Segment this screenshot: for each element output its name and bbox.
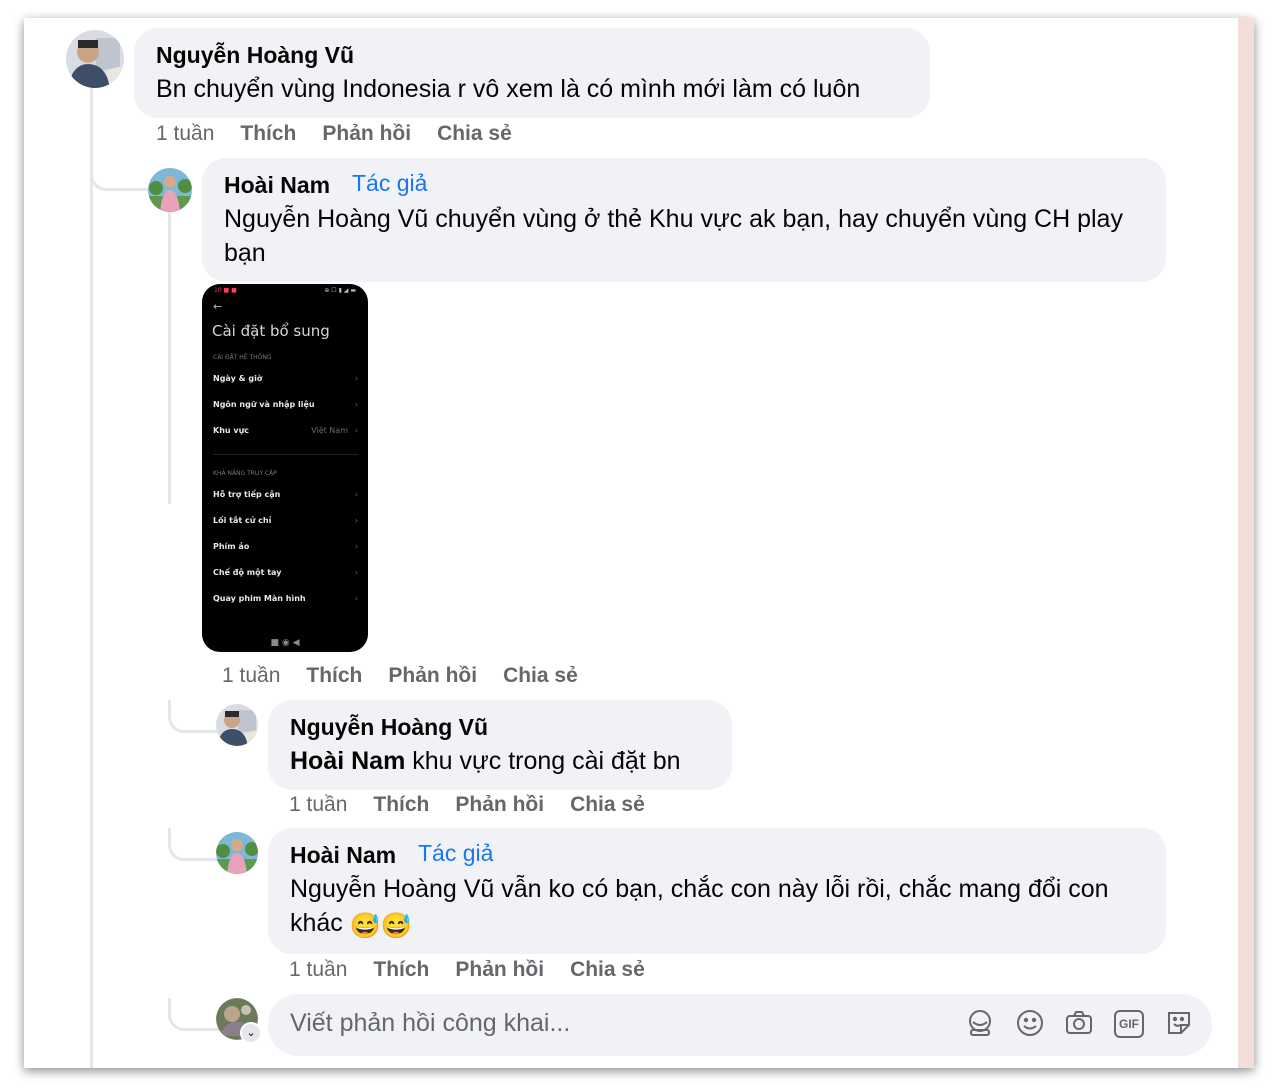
reply-input[interactable]: Viết phản hồi công khai... GIF <box>268 994 1212 1056</box>
thread-line-nested <box>168 204 171 504</box>
comment-actions: 1 tuần Thích Phản hồi Chia sẻ <box>222 664 604 688</box>
avatar-sticker-icon[interactable] <box>965 1008 995 1038</box>
comment-author[interactable]: Nguyễn Hoàng Vũ <box>290 714 488 741</box>
like-button[interactable]: Thích <box>306 664 362 687</box>
divider <box>213 454 358 455</box>
settings-item: Ngày & giờ › <box>213 374 358 383</box>
comment-actions: 1 tuần Thích Phản hồi Chia sẻ <box>156 122 538 146</box>
thread-connector <box>168 700 221 733</box>
comment-author[interactable]: Hoài Nam <box>290 842 396 869</box>
comment-thread: Nguyễn Hoàng Vũ Bn chuyển vùng Indonesia… <box>24 18 1254 1068</box>
section-label: KHẢ NĂNG TRUY CẬP <box>213 470 277 477</box>
share-button[interactable]: Chia sẻ <box>503 664 578 687</box>
comment-bubble: Hoài Nam Tác giả Nguyễn Hoàng Vũ chuyển … <box>202 158 1166 282</box>
comment-bubble: Nguyễn Hoàng Vũ Bn chuyển vùng Indonesia… <box>134 28 930 118</box>
attached-screenshot[interactable]: 10 ■ ■ ⊕ ☐ ▮ ◢ ▬ ← Cài đặt bổ sung CÀI Đ… <box>202 284 368 652</box>
reply-button[interactable]: Phản hồi <box>388 664 477 687</box>
thread-connector <box>168 828 221 861</box>
camera-icon[interactable] <box>1064 1008 1094 1038</box>
thread-connector <box>90 158 151 191</box>
emoji: 😅😅 <box>349 912 413 940</box>
settings-item: Lối tắt cử chỉ › <box>213 516 358 525</box>
current-user-avatar[interactable]: ⌄ <box>216 998 262 1044</box>
share-button[interactable]: Chia sẻ <box>437 122 512 145</box>
avatar[interactable] <box>66 30 124 88</box>
like-button[interactable]: Thích <box>373 958 429 981</box>
comment-text: Nguyễn Hoàng Vũ chuyển vùng ở thẻ Khu vự… <box>224 205 1123 267</box>
settings-title: Cài đặt bổ sung <box>212 322 330 340</box>
back-arrow-icon: ← <box>213 300 223 313</box>
comment-bubble: Nguyễn Hoàng Vũ Hoài Nam khu vực trong c… <box>268 700 732 790</box>
section-label: CÀI ĐẶT HỆ THỐNG <box>213 354 272 361</box>
avatar[interactable] <box>216 704 258 746</box>
phone-nav-bar: ■ ◉ ◀ <box>270 638 300 648</box>
comment-text: Hoài Nam khu vực trong cài đặt bn <box>290 747 681 775</box>
comment-time[interactable]: 1 tuần <box>222 664 280 687</box>
right-edge-strip <box>1238 18 1254 1068</box>
avatar[interactable] <box>216 832 258 874</box>
settings-item: Chế độ một tay › <box>213 568 358 577</box>
emoji-icon[interactable] <box>1015 1008 1045 1038</box>
reply-button[interactable]: Phản hồi <box>455 958 544 981</box>
gif-icon[interactable]: GIF <box>1114 1010 1144 1038</box>
settings-item: Khu vực Việt Nam › <box>213 426 358 435</box>
comment-author[interactable]: Nguyễn Hoàng Vũ <box>156 42 354 69</box>
reply-placeholder: Viết phản hồi công khai... <box>290 1009 571 1037</box>
comment-actions: 1 tuần Thích Phản hồi Chia sẻ <box>289 793 671 817</box>
settings-item: Phím ảo › <box>213 542 358 551</box>
share-button[interactable]: Chia sẻ <box>570 793 645 816</box>
settings-item: Ngôn ngữ và nhập liệu › <box>213 400 358 409</box>
comment-actions: 1 tuần Thích Phản hồi Chia sẻ <box>289 958 671 982</box>
comment-author[interactable]: Hoài Nam <box>224 172 330 199</box>
comment-time[interactable]: 1 tuần <box>289 793 347 816</box>
comment-text: Bn chuyển vùng Indonesia r vô xem là có … <box>156 75 861 103</box>
reply-button[interactable]: Phản hồi <box>322 122 411 145</box>
like-button[interactable]: Thích <box>373 793 429 816</box>
settings-item: Quay phim Màn hình › <box>213 594 358 603</box>
avatar[interactable] <box>148 168 192 212</box>
author-badge: Tác giả <box>352 170 428 196</box>
reply-button[interactable]: Phản hồi <box>455 793 544 816</box>
sticker-icon[interactable] <box>1164 1008 1194 1038</box>
author-badge: Tác giả <box>418 840 494 866</box>
share-button[interactable]: Chia sẻ <box>570 958 645 981</box>
comment-time[interactable]: 1 tuần <box>156 122 214 145</box>
comment-text: Nguyễn Hoàng Vũ vẫn ko có bạn, chắc con … <box>290 872 1150 943</box>
thread-line-main <box>90 84 93 1068</box>
comment-time[interactable]: 1 tuần <box>289 958 347 981</box>
chevron-down-icon[interactable]: ⌄ <box>240 1022 262 1044</box>
phone-status-bar: 10 ■ ■ ⊕ ☐ ▮ ◢ ▬ <box>214 287 356 294</box>
settings-item: Hỗ trợ tiếp cận › <box>213 490 358 499</box>
thread-connector <box>168 998 221 1031</box>
like-button[interactable]: Thích <box>240 122 296 145</box>
comment-bubble: Hoài Nam Tác giả Nguyễn Hoàng Vũ vẫn ko … <box>268 828 1166 954</box>
mention-link[interactable]: Hoài Nam <box>290 747 405 775</box>
